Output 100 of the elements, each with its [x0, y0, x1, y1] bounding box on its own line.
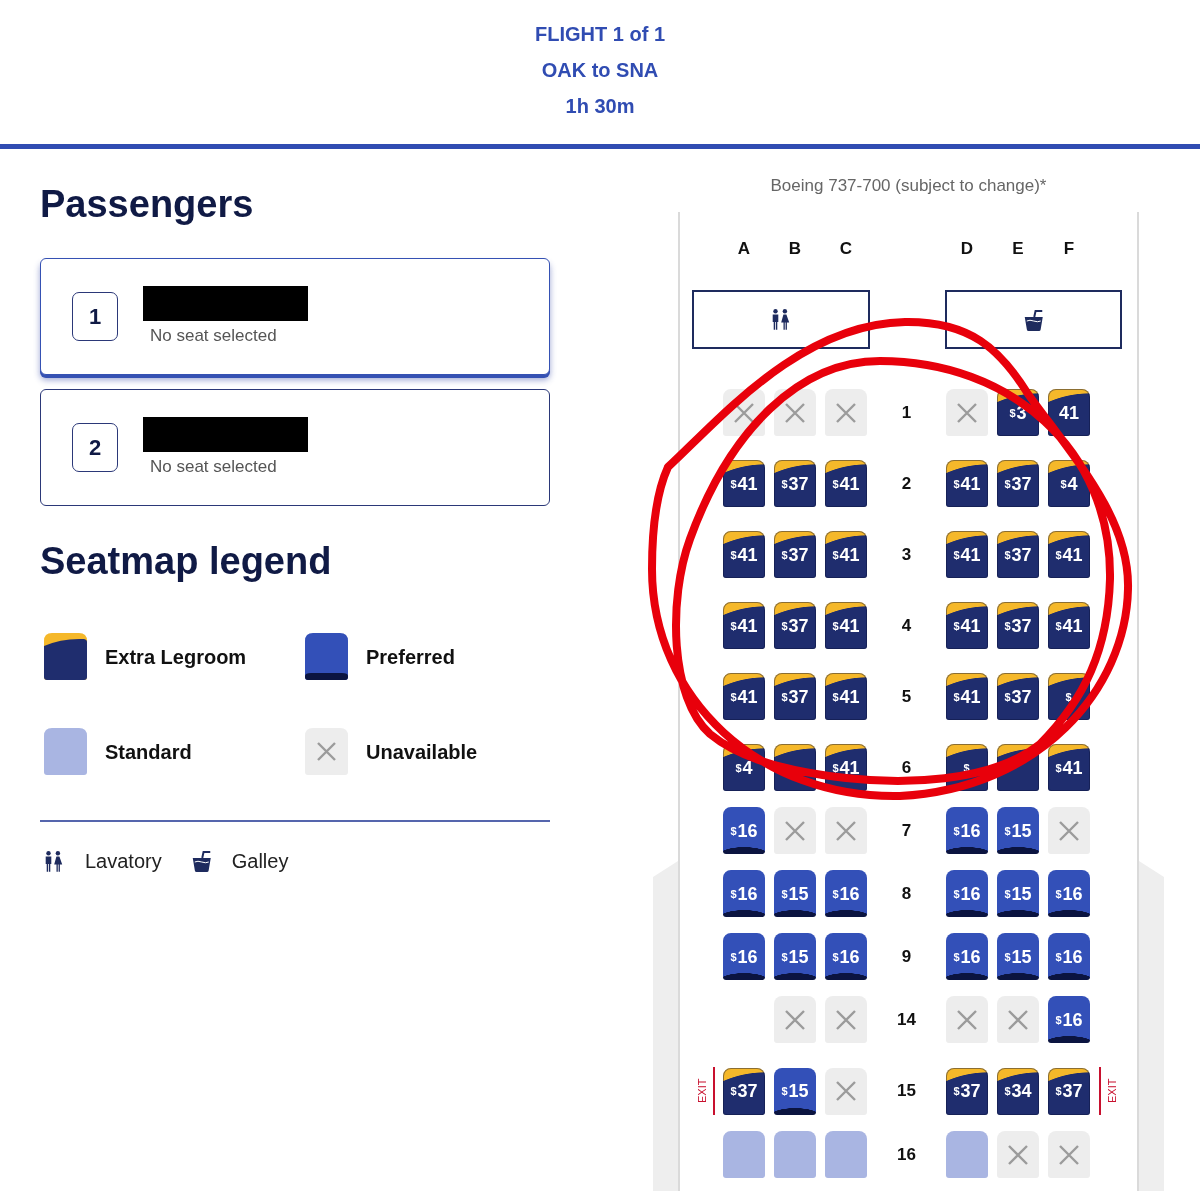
seat[interactable]: $^{$}$37	[997, 602, 1039, 649]
seat[interactable]: $^{$}$41	[723, 673, 765, 720]
seat[interactable]: $^{$}$41	[825, 531, 867, 578]
extra-legroom-seat-icon	[44, 633, 87, 680]
seat[interactable]: $^{$}$16	[723, 933, 765, 980]
passenger-number: 1	[72, 292, 118, 341]
aircraft-caption: Boeing 737-700 (subject to change)*	[770, 176, 1047, 195]
seat[interactable]: $^{$}$37	[774, 602, 816, 649]
seat[interactable]: $^{$}$37	[997, 531, 1039, 578]
seat[interactable]: $^{$}$41	[723, 602, 765, 649]
exit-label: EXIT	[696, 1067, 715, 1115]
seat[interactable]: $^{$}$15	[997, 807, 1039, 854]
cross-icon	[734, 402, 754, 423]
seat[interactable]: $^{$}$15	[997, 933, 1039, 980]
passenger-number: 2	[72, 423, 118, 472]
legend-label: Preferred	[366, 644, 455, 669]
seat[interactable]: $^{$}$15	[774, 933, 816, 980]
unavailable-seat-icon	[305, 728, 348, 775]
seat[interactable]: $^{$}$15	[997, 870, 1039, 917]
seat[interactable]: $^{$}$37	[946, 1067, 988, 1115]
seat[interactable]: $^{$}$16	[723, 807, 765, 854]
seat[interactable]: $^{$}$16	[1048, 933, 1090, 980]
legend-label: Standard	[105, 739, 192, 764]
seat[interactable]: $^{$}$41	[825, 673, 867, 720]
row-number: 16	[897, 1144, 916, 1165]
seat[interactable]: $^{$}$41	[1048, 744, 1090, 791]
legend-label: Lavatory	[85, 849, 162, 873]
seat[interactable]: $^{$}$41	[946, 673, 988, 720]
flight-route: OAK to SNA	[541, 58, 659, 83]
seat[interactable]: $^{$}$41	[1048, 531, 1090, 578]
legend-label: Galley	[231, 849, 289, 873]
column-letter: D	[960, 239, 974, 258]
cross-icon	[785, 820, 805, 841]
seat[interactable]: $^{$}$15	[774, 870, 816, 917]
legend-label: Unavailable	[366, 739, 478, 764]
cross-icon	[836, 1009, 856, 1030]
cross-icon	[1008, 1009, 1028, 1030]
row-number: 1	[901, 402, 912, 423]
restroom-icon	[772, 309, 790, 330]
cross-icon	[957, 1009, 977, 1030]
column-letter: C	[839, 239, 853, 258]
cross-icon	[836, 402, 856, 423]
seat[interactable]: $^{$}$41	[946, 531, 988, 578]
passenger-card[interactable]: 2 No seat selected	[40, 389, 550, 506]
seat[interactable]: 41	[1048, 389, 1090, 436]
row-number: 4	[901, 615, 912, 636]
seat[interactable]: $^{$}$16	[946, 933, 988, 980]
flight-duration: 1h 30m	[565, 94, 635, 119]
seat[interactable]: $^{$}$37	[997, 673, 1039, 720]
passenger-card[interactable]: 1 No seat selected	[40, 258, 550, 375]
cross-icon	[1059, 1144, 1079, 1165]
cross-icon	[1059, 820, 1079, 841]
seat[interactable]: $^{$}$41	[946, 602, 988, 649]
restroom-icon	[45, 850, 63, 872]
exit-label: EXIT	[1099, 1067, 1118, 1115]
seat[interactable]: $^{$}$37	[774, 531, 816, 578]
seat-status: No seat selected	[150, 325, 277, 347]
row-number: 6	[901, 757, 912, 778]
seat[interactable]: $^{$}$37	[723, 1067, 765, 1115]
seat[interactable]: $^{$}$41	[723, 460, 765, 507]
seat[interactable]: $^{$}$37	[774, 673, 816, 720]
cross-icon	[1008, 1144, 1028, 1165]
seat[interactable]: $^{$}$34	[997, 1067, 1039, 1115]
legend-label: Extra Legroom	[105, 644, 247, 669]
seat[interactable]: $^{$}$41	[723, 531, 765, 578]
cross-icon	[836, 820, 856, 841]
seat[interactable]: $^{$}$16	[825, 870, 867, 917]
seat[interactable]: $^{$}$41	[825, 460, 867, 507]
row-number: 14	[897, 1009, 916, 1030]
column-letter: F	[1063, 239, 1075, 258]
column-letter: E	[1012, 239, 1024, 258]
row-number: 7	[901, 820, 912, 841]
seat[interactable]: $^{$}$16	[946, 870, 988, 917]
seat[interactable]: $^{$}$16	[1048, 996, 1090, 1043]
seat[interactable]: $^{$}$37	[997, 460, 1039, 507]
cross-icon	[785, 402, 805, 423]
row-number: 15	[897, 1081, 916, 1101]
seat[interactable]: $^{$}$16	[1048, 870, 1090, 917]
column-letter: B	[788, 239, 802, 258]
row-number: 5	[901, 686, 912, 707]
standard-seat-icon	[44, 728, 87, 775]
seat[interactable]: $^{$}$16	[723, 870, 765, 917]
seat[interactable]: $^{$}$16	[946, 807, 988, 854]
section-heading: Seatmap legend	[40, 539, 332, 584]
seat[interactable]: $^{$}$41	[946, 460, 988, 507]
section-heading: Passengers	[40, 182, 254, 227]
row-number: 9	[901, 946, 912, 967]
seat[interactable]: $^{$}$15	[774, 1067, 816, 1115]
seat[interactable]: $^{$}$16	[825, 933, 867, 980]
row-number: 3	[901, 544, 912, 565]
seat[interactable]: $^{$}$37	[1048, 1067, 1090, 1115]
cross-icon	[957, 402, 977, 423]
flight-number: FLIGHT 1 of 1	[535, 22, 665, 47]
column-letter: A	[737, 239, 751, 258]
seat[interactable]: $^{$}$41	[1048, 602, 1090, 649]
row-number: 8	[901, 883, 912, 904]
seat[interactable]: $^{$}$37	[774, 460, 816, 507]
seat[interactable]: $^{$}$41	[825, 602, 867, 649]
drink-cup-icon	[1023, 308, 1044, 331]
preferred-seat-icon	[305, 633, 348, 680]
